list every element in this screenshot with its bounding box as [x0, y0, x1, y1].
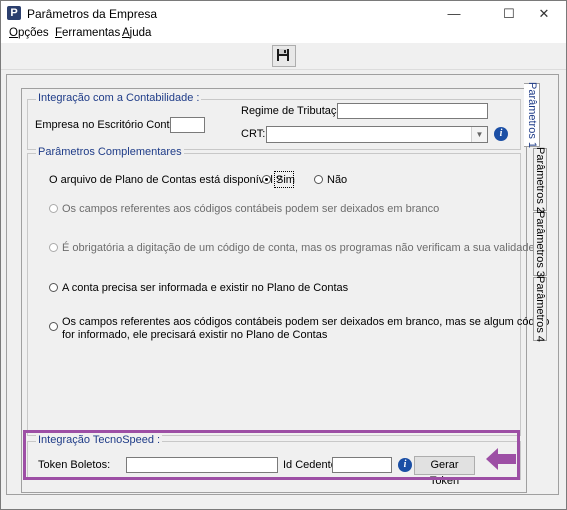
nao-label[interactable]: Não [327, 174, 347, 186]
tab-parametros-3[interactable]: Parâmetros 3 [533, 211, 547, 277]
option-radio-2[interactable] [49, 243, 58, 252]
complementares-group: Parâmetros Complementares O arquivo de P… [27, 146, 549, 436]
window-title: Parâmetros da Empresa [27, 7, 158, 21]
option-radio-4[interactable] [49, 322, 58, 331]
sim-radio[interactable] [262, 175, 271, 184]
menu-ferramentas[interactable]: Ferramentas [55, 27, 120, 39]
save-button[interactable] [272, 45, 296, 67]
empresa-field[interactable] [170, 117, 205, 133]
toolbar [1, 43, 566, 70]
minimize-button[interactable]: — [432, 1, 476, 27]
regime-field[interactable] [337, 103, 488, 119]
option-radio-3[interactable] [49, 283, 58, 292]
menu-bar: Opções Ferramentas Ajuda [1, 27, 566, 43]
title-bar: P Parâmetros da Empresa — ☐ ✕ [1, 1, 566, 27]
plano-question: O arquivo de Plano de Contas está dispon… [49, 174, 282, 186]
sim-label[interactable]: Sim [276, 174, 295, 186]
nao-radio[interactable] [314, 175, 323, 184]
crt-label: CRT: [241, 128, 266, 140]
info-icon[interactable]: i [494, 127, 508, 141]
option-label-3: A conta precisa ser informada e existir … [62, 282, 349, 294]
complementares-legend: Parâmetros Complementares [36, 146, 184, 158]
empresa-label: Empresa no Escritório Contábil: [35, 119, 190, 131]
option-radio-1[interactable] [49, 204, 58, 213]
highlight-frame [23, 430, 520, 480]
contabilidade-group: Integração com a Contabilidade : Empresa… [27, 92, 521, 150]
option-label-2: É obrigatória a digitação de um código d… [62, 242, 535, 254]
menu-ajuda[interactable]: Ajuda [122, 27, 151, 39]
menu-opcoes[interactable]: Opções [9, 27, 49, 39]
close-button[interactable]: ✕ [522, 1, 566, 27]
app-icon: P [7, 6, 21, 20]
tab-parametros-1[interactable]: Parâmetros 1 [524, 82, 540, 148]
arrow-left-icon [486, 448, 516, 470]
chevron-down-icon[interactable]: ▼ [471, 127, 487, 142]
tab-parametros-4[interactable]: Parâmetros 4 [533, 276, 547, 342]
floppy-disk-icon [277, 49, 289, 61]
crt-select[interactable]: ▼ [266, 126, 488, 143]
option-label-1: Os campos referentes aos códigos contábe… [62, 203, 440, 215]
option-label-4a: Os campos referentes aos códigos contábe… [62, 316, 550, 328]
tab-parametros-2[interactable]: Parâmetros 2 [533, 146, 547, 213]
contabilidade-legend: Integração com a Contabilidade : [36, 92, 202, 104]
option-label-4b: for informado, ele precisará existir no … [62, 329, 328, 341]
regime-label: Regime de Tributação: [241, 105, 352, 117]
